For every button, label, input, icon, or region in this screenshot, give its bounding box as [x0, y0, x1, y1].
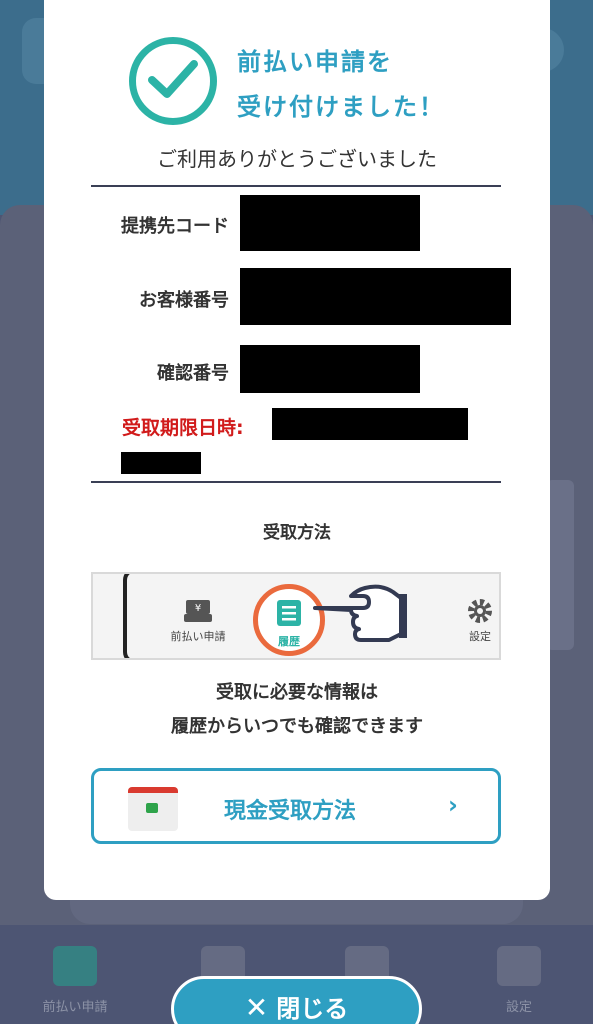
- svg-text:¥: ¥: [195, 603, 201, 614]
- close-button[interactable]: ✕ 閉じる: [171, 976, 422, 1024]
- history-list-icon: [277, 600, 301, 626]
- confirmation-number-value-redacted: [240, 345, 420, 393]
- atm-icon: ¥: [184, 598, 212, 624]
- chevron-right-icon: ›: [448, 791, 458, 819]
- pointing-hand-icon: [313, 584, 407, 642]
- gear-icon: [497, 946, 541, 986]
- deadline-value-redacted-2: [121, 452, 201, 474]
- confirmation-number-label: 確認番号: [157, 363, 229, 384]
- partner-code-value-redacted: [240, 195, 420, 251]
- check-circle-icon: [129, 37, 217, 125]
- modal-title: 前払い申請を 受け付けました！: [237, 48, 445, 121]
- atm-icon: [53, 946, 97, 986]
- background-panel: [546, 480, 574, 650]
- history-tab-illustration: ¥ 前払い申請 履歴 設定: [91, 572, 501, 660]
- atm-machine-icon: [128, 787, 178, 831]
- divider-top: [91, 185, 501, 187]
- illustration-nav-settings: 設定: [435, 598, 499, 644]
- receive-method-heading: 受取方法: [263, 523, 331, 543]
- partner-code-label: 提携先コード: [121, 216, 229, 237]
- customer-number-label: お客様番号: [139, 290, 229, 311]
- phone-edge: [123, 574, 149, 658]
- cash-receive-method-label: 現金受取方法: [224, 799, 357, 824]
- deadline-value-redacted: [272, 408, 468, 440]
- bg-nav-prepay: 前払い申請: [20, 946, 130, 1015]
- gear-icon: [466, 598, 494, 624]
- divider-bottom: [91, 481, 501, 483]
- cash-receive-method-button[interactable]: 現金受取方法 ›: [91, 768, 501, 844]
- close-icon: ✕: [244, 991, 269, 1024]
- bg-nav-settings: 設定: [464, 946, 574, 1015]
- info-message: 受取に必要な情報は 履歴からいつでも確認できます: [171, 682, 423, 737]
- deadline-label: 受取期限日時:: [122, 417, 244, 439]
- prepay-complete-modal: 前払い申請を 受け付けました！ ご利用ありがとうございました 提携先コード お客…: [44, 0, 550, 900]
- illustration-nav-prepay: ¥ 前払い申請: [153, 598, 243, 644]
- thanks-message: ご利用ありがとうございました: [157, 147, 437, 171]
- customer-number-value-redacted: [240, 268, 511, 325]
